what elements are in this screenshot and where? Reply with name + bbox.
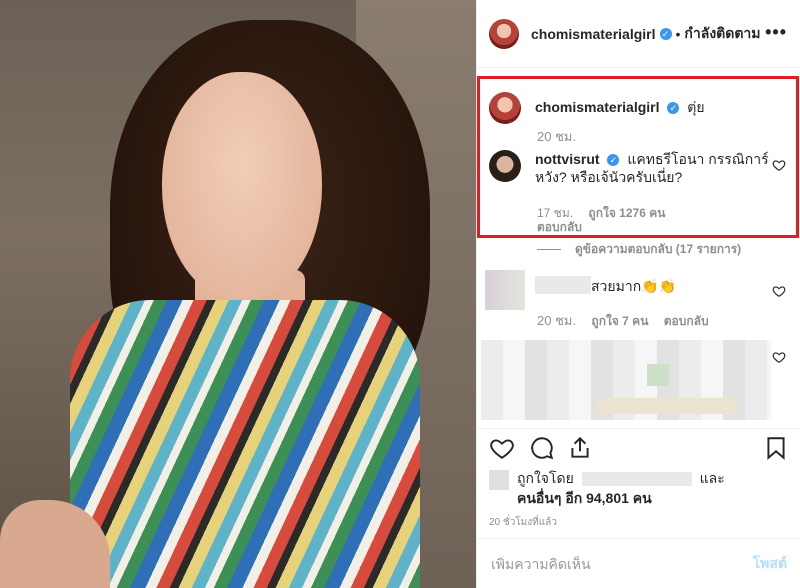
caption-username[interactable]: chomismaterialgirl <box>535 99 660 115</box>
comment-likes[interactable]: ถูกใจ 7 คน <box>591 314 648 328</box>
post-panel: chomismaterialgirl ✓ • กำลังติดตาม ••• c… <box>476 0 800 588</box>
caption-meta: 20 ชม. <box>537 126 588 147</box>
comment-meta: 20 ชม. ถูกใจ 7 คน ตอบกลับ <box>537 310 721 331</box>
post-time-ago[interactable]: 20 ชั่วโมงที่แล้ว <box>489 515 557 530</box>
caption-time: 20 ชม. <box>537 129 577 144</box>
reply-button[interactable]: ตอบกลับ <box>664 314 709 328</box>
view-replies[interactable]: ดูข้อความตอบกลับ (17 รายการ) <box>537 240 753 259</box>
likes-section: ถูกใจโดย และ คนอื่นๆ อีก 94,801 คน <box>517 468 725 508</box>
verified-icon: ✓ <box>607 154 620 167</box>
blurred-emoji <box>647 364 669 386</box>
photo-face <box>162 72 322 302</box>
blurred-liker[interactable] <box>581 472 692 487</box>
comment-text: สวยมาก👏👏 <box>591 278 677 294</box>
share-icon[interactable] <box>567 435 593 461</box>
post-button[interactable]: โพสต์ <box>753 553 787 575</box>
reply-button[interactable]: ตอบกลับ <box>537 220 582 234</box>
comment-username[interactable]: nottvisrut <box>535 151 600 167</box>
comment-avatar[interactable] <box>489 150 521 182</box>
action-bar <box>477 428 800 468</box>
separator-dot: • <box>675 25 681 42</box>
comment-item: nottvisrut ✓ แคทธรีโอนา กรรณิการ์ หวัง? … <box>489 150 769 186</box>
comment-input[interactable] <box>491 555 753 572</box>
comment-text-line2: หวัง? หรือเจ้นัวครับเนี่ย? <box>535 169 683 185</box>
likes-count[interactable]: คนอื่นๆ อีก 94,801 คน <box>517 490 652 506</box>
more-icon[interactable]: ••• <box>765 22 787 43</box>
comment-heart-icon[interactable] <box>772 350 786 364</box>
comment-text-line1: แคทธรีโอนา กรรณิการ์ <box>627 151 769 167</box>
comment-time: 20 ชม. <box>537 313 577 328</box>
heart-icon[interactable] <box>489 435 515 461</box>
comment-item: สวยมาก👏👏 <box>591 276 676 298</box>
add-comment-bar: โพสต์ <box>477 538 800 588</box>
view-replies-label[interactable]: ดูข้อความตอบกลับ (17 รายการ) <box>575 240 741 259</box>
author-avatar[interactable] <box>489 18 519 49</box>
photo-dress <box>70 300 420 588</box>
comment-avatar[interactable] <box>485 270 525 310</box>
author-username[interactable]: chomismaterialgirl <box>531 26 656 42</box>
replies-line <box>537 249 561 250</box>
comment-icon[interactable] <box>529 435 555 461</box>
comment-heart-icon[interactable] <box>772 158 786 172</box>
caption: chomismaterialgirl ✓ ตุ่ย <box>489 92 705 124</box>
liker-avatar[interactable] <box>489 470 509 490</box>
post-photo[interactable] <box>0 0 476 588</box>
blurred-username <box>535 276 591 294</box>
following-button[interactable]: กำลังติดตาม <box>684 23 760 45</box>
verified-icon: ✓ <box>667 102 680 115</box>
liked-by-label: ถูกใจโดย <box>517 470 574 486</box>
caption-avatar[interactable] <box>489 92 521 124</box>
bookmark-icon[interactable] <box>763 435 789 461</box>
blurred-text <box>597 398 737 414</box>
comment-likes[interactable]: ถูกใจ 1276 คน <box>588 206 665 220</box>
comment-heart-icon[interactable] <box>772 284 786 298</box>
caption-text: ตุ่ย <box>687 99 705 115</box>
and-label: และ <box>699 470 725 486</box>
comment-reply: ตอบกลับ <box>537 218 594 237</box>
verified-icon: ✓ <box>659 27 672 40</box>
post-header: chomismaterialgirl ✓ • กำลังติดตาม ••• <box>477 0 800 68</box>
